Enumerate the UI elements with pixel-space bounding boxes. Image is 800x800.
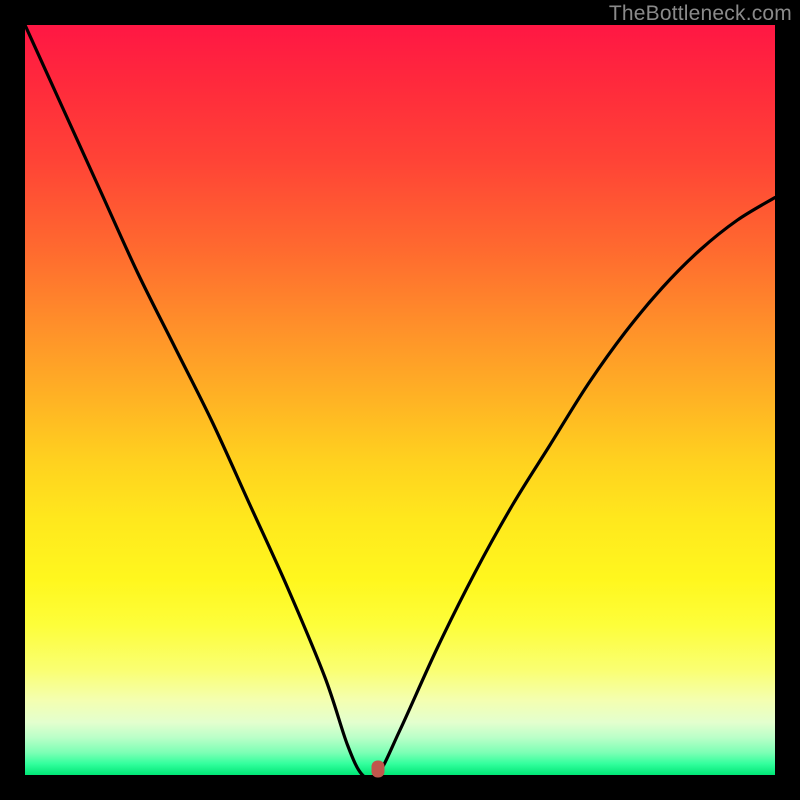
watermark-text: TheBottleneck.com bbox=[609, 2, 792, 26]
min-marker-icon bbox=[371, 761, 384, 778]
chart-stage: TheBottleneck.com bbox=[0, 0, 800, 800]
bottleneck-curve bbox=[25, 25, 775, 775]
plot-area bbox=[25, 25, 775, 775]
